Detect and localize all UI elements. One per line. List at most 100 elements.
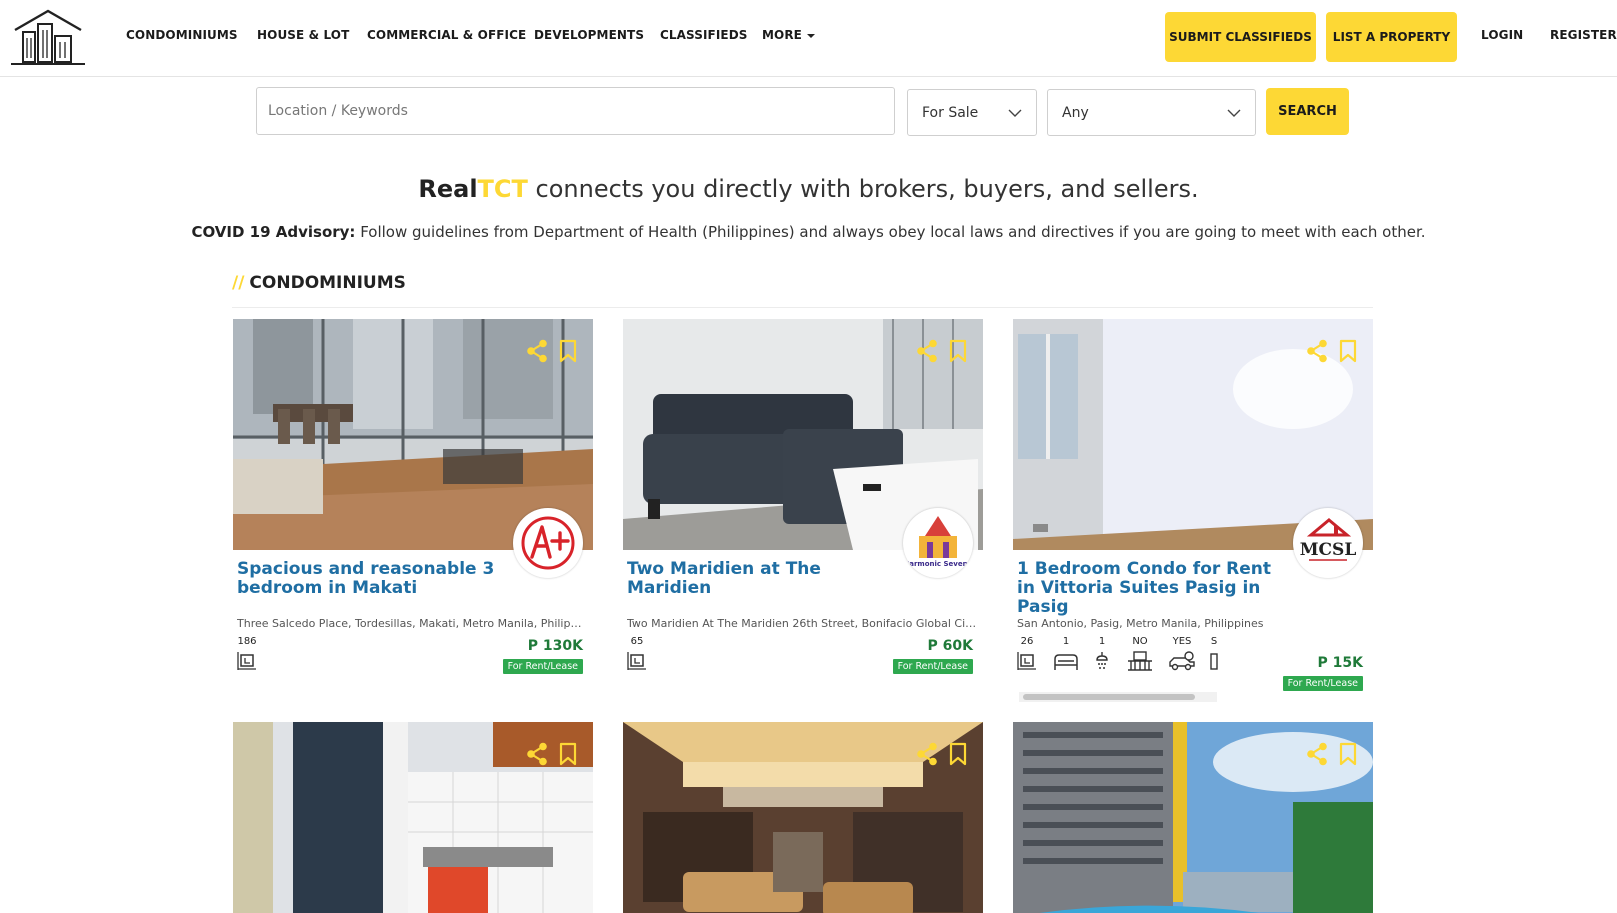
bookmark-icon[interactable] — [1337, 339, 1359, 363]
nav-more[interactable]: MORE — [762, 28, 815, 42]
floor-area-spec: 186 — [237, 636, 257, 671]
caret-down-icon — [806, 33, 815, 38]
chevron-down-icon — [1008, 109, 1022, 117]
extra-spec: S — [1210, 636, 1218, 671]
share-icon[interactable] — [1306, 339, 1328, 363]
parking-value: YES — [1172, 636, 1192, 647]
card-actions — [916, 742, 969, 766]
tagline-text: connects you directly with brokers, buye… — [527, 175, 1199, 203]
card-actions — [1306, 742, 1359, 766]
listing-address: Three Salcedo Place, Tordesillas, Makati… — [237, 617, 587, 630]
listing-photo[interactable] — [233, 722, 593, 913]
chevron-down-icon — [1227, 109, 1241, 117]
floor-area-icon — [627, 652, 646, 670]
parking-spec: YES — [1168, 636, 1196, 671]
shower-icon — [1096, 652, 1108, 669]
floor-area-icon — [237, 652, 256, 670]
share-icon[interactable] — [916, 742, 938, 766]
share-icon[interactable] — [526, 742, 548, 766]
bed-icon — [1054, 654, 1078, 670]
listing-card[interactable]: Spacious and reasonable 3 bedroom in Mak… — [233, 319, 593, 674]
balcony-value: NO — [1132, 636, 1148, 647]
svg-text:Harmonic Seven I: Harmonic Seven I — [905, 560, 971, 568]
floor-area-value: 26 — [1020, 636, 1034, 647]
balcony-icon — [1128, 651, 1152, 671]
bookmark-icon[interactable] — [557, 742, 579, 766]
listing-status-badge: For Rent/Lease — [502, 659, 583, 674]
listing-price: P 60K — [927, 638, 973, 654]
card-actions — [526, 339, 579, 363]
listing-address: San Antonio, Pasig, Metro Manila, Philip… — [1017, 617, 1264, 630]
agent-logo[interactable] — [513, 508, 583, 578]
nav-commercial-office[interactable]: COMMERCIAL & OFFICE — [367, 28, 526, 42]
section-title-text: CONDOMINIUMS — [249, 273, 406, 293]
login-link[interactable]: LOGIN — [1481, 28, 1523, 42]
listing-card[interactable] — [233, 722, 593, 913]
card-actions — [916, 339, 969, 363]
agent-logo[interactable]: Harmonic Seven I — [903, 508, 973, 578]
floor-area-value: 65 — [630, 636, 644, 647]
listing-address: Two Maridien At The Maridien 26th Street… — [627, 617, 977, 630]
submit-classifieds-button[interactable]: SUBMIT CLASSIFIEDS — [1165, 12, 1316, 62]
floor-area-spec: 26 — [1017, 636, 1037, 671]
search-input[interactable] — [256, 87, 895, 135]
car-icon — [1169, 651, 1195, 671]
listing-mode-select[interactable]: For Sale — [907, 89, 1037, 136]
svg-text:MCSL: MCSL — [1300, 540, 1357, 560]
share-icon[interactable] — [526, 339, 548, 363]
extra-value: S — [1210, 636, 1218, 647]
floor-area-icon — [1017, 652, 1036, 670]
agent-logo[interactable]: MCSL — [1293, 508, 1363, 578]
listing-title[interactable]: 1 Bedroom Condo for Rent in Vittoria Sui… — [1017, 560, 1287, 617]
balcony-spec: NO — [1127, 636, 1153, 671]
specs-scrollbar[interactable] — [1019, 692, 1217, 702]
listing-card[interactable]: Harmonic Seven I Two Maridien at The Mar… — [623, 319, 983, 674]
listing-card[interactable] — [1013, 722, 1373, 913]
bathrooms-spec: 1 — [1095, 636, 1109, 671]
brand-name-real: Real — [418, 175, 478, 203]
listing-mode-value: For Sale — [922, 104, 979, 121]
advisory-text: Follow guidelines from Department of Hea… — [355, 223, 1426, 241]
listing-card[interactable]: MCSL 1 Bedroom Condo for Rent in Vittori… — [1013, 319, 1373, 702]
logo-building-icon[interactable] — [10, 8, 86, 66]
bookmark-icon[interactable] — [1337, 742, 1359, 766]
listing-price: P 15K — [1317, 655, 1363, 671]
property-type-select[interactable]: Any — [1047, 89, 1256, 136]
card-actions — [1306, 339, 1359, 363]
listing-photo[interactable] — [623, 722, 983, 913]
nav-classifieds[interactable]: CLASSIFIEDS — [660, 28, 748, 42]
bookmark-icon[interactable] — [947, 742, 969, 766]
bedrooms-spec: 1 — [1053, 636, 1079, 671]
register-link[interactable]: REGISTER — [1550, 28, 1617, 42]
bedrooms-value: 1 — [1062, 636, 1070, 647]
bookmark-icon[interactable] — [557, 339, 579, 363]
card-actions — [526, 742, 579, 766]
scrollbar-thumb[interactable] — [1023, 694, 1195, 700]
section-title: //CONDOMINIUMS — [232, 273, 406, 293]
covid-advisory: COVID 19 Advisory: Follow guidelines fro… — [0, 223, 1617, 241]
listing-title[interactable]: Spacious and reasonable 3 bedroom in Mak… — [237, 560, 507, 598]
listing-price: P 130K — [527, 638, 583, 654]
section-divider — [232, 307, 1373, 308]
nav-house-and-lot[interactable]: HOUSE & LOT — [257, 28, 349, 42]
listing-title[interactable]: Two Maridien at The Maridien — [627, 560, 897, 598]
floor-area-value: 186 — [237, 636, 257, 647]
listing-photo[interactable] — [1013, 722, 1373, 913]
bathrooms-value: 1 — [1098, 636, 1106, 647]
nav-condominiums[interactable]: CONDOMINIUMS — [126, 28, 238, 42]
list-property-button[interactable]: LIST A PROPERTY — [1326, 12, 1457, 62]
brand-name-tct: TCT — [477, 175, 528, 203]
tagline: RealTCT connects you directly with broke… — [0, 175, 1617, 203]
section-prefix: // — [232, 273, 245, 293]
floor-area-spec: 65 — [627, 636, 647, 671]
search-button[interactable]: SEARCH — [1266, 88, 1349, 135]
listing-card[interactable] — [623, 722, 983, 913]
property-type-value: Any — [1062, 104, 1089, 121]
advisory-label: COVID 19 Advisory: — [191, 223, 356, 241]
share-icon[interactable] — [916, 339, 938, 363]
listing-status-badge: For Rent/Lease — [892, 659, 973, 674]
share-icon[interactable] — [1306, 742, 1328, 766]
listing-status-badge: For Rent/Lease — [1282, 676, 1363, 691]
nav-developments[interactable]: DEVELOPMENTS — [534, 28, 644, 42]
bookmark-icon[interactable] — [947, 339, 969, 363]
